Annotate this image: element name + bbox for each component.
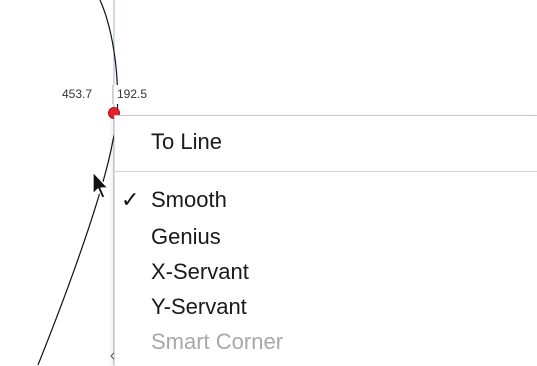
glyph-canvas[interactable]: 453.7 192.5 To Line ✓ Smooth Genius X-Se… xyxy=(0,0,537,366)
checkmark-icon: ✓ xyxy=(121,187,140,212)
x-coordinate-readout: 453.7 xyxy=(59,85,113,104)
menu-item-smooth[interactable]: ✓ Smooth xyxy=(115,185,537,215)
point-type-context-menu: To Line ✓ Smooth Genius X-Servant Y-Serv… xyxy=(114,115,537,366)
contour-path[interactable] xyxy=(37,0,119,365)
menu-item-x-servant[interactable]: X-Servant xyxy=(115,257,537,287)
menu-item-label: Smart Corner xyxy=(151,329,284,354)
y-coordinate-readout: 192.5 xyxy=(114,85,166,104)
menu-item-label: Genius xyxy=(151,224,221,249)
menu-item-label: Y-Servant xyxy=(151,294,247,319)
menu-item-label: X-Servant xyxy=(151,259,249,284)
menu-item-to-line[interactable]: To Line xyxy=(115,127,537,157)
menu-separator xyxy=(115,171,537,172)
menu-item-label: To Line xyxy=(151,129,222,154)
menu-item-y-servant[interactable]: Y-Servant xyxy=(115,292,537,322)
menu-item-smart-corner: Smart Corner xyxy=(115,327,537,357)
menu-item-label: Smooth xyxy=(151,187,227,212)
arrow-pointer-icon xyxy=(92,171,109,199)
menu-item-genius[interactable]: Genius xyxy=(115,222,537,252)
